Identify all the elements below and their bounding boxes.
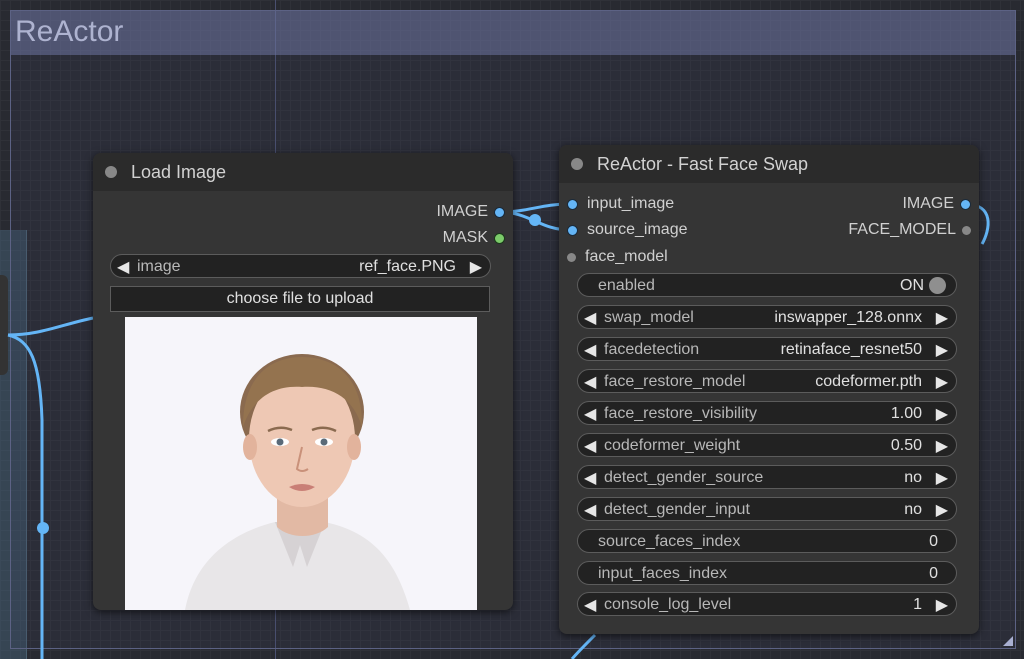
output-label: FACE_MODEL [848, 221, 956, 238]
input-slot-face-model[interactable]: face_model [567, 247, 668, 267]
node-title: Load Image [131, 162, 227, 182]
widget-name: input_faces_index [598, 565, 727, 582]
toggle-knob-icon[interactable] [929, 277, 946, 294]
arrow-right-icon[interactable]: ▶ [936, 595, 948, 615]
combo-detect-gender-source[interactable]: ◀ detect_gender_source no ▶ [577, 465, 957, 489]
arrow-right-icon[interactable]: ▶ [936, 340, 948, 360]
upload-button[interactable]: choose file to upload [110, 286, 490, 312]
widget-name: detect_gender_source [604, 469, 764, 486]
widget-value: ON [900, 277, 924, 294]
widget-value: ref_face.PNG [359, 258, 456, 275]
arrow-right-icon[interactable]: ▶ [936, 500, 948, 520]
output-slot-image[interactable]: IMAGE [902, 194, 971, 214]
combo-detect-gender-input[interactable]: ◀ detect_gender_input no ▶ [577, 497, 957, 521]
widget-name: swap_model [604, 309, 694, 326]
arrow-right-icon[interactable]: ▶ [936, 404, 948, 424]
arrow-right-icon[interactable]: ▶ [936, 436, 948, 456]
arrow-left-icon[interactable]: ◀ [584, 404, 596, 424]
group-header[interactable]: ReActor [11, 11, 1015, 55]
input-label: face_model [585, 248, 668, 265]
number-codeformer-weight[interactable]: ◀ codeformer_weight 0.50 ▶ [577, 433, 957, 457]
widget-value: no [904, 501, 922, 518]
widget-value: codeformer.pth [815, 373, 922, 390]
output-dot-icon[interactable] [962, 225, 971, 235]
input-label: input_image [587, 195, 675, 212]
widget-name: console_log_level [604, 596, 732, 613]
widget-name: source_faces_index [598, 533, 741, 550]
text-input-faces-index[interactable]: input_faces_index 0 [577, 561, 957, 585]
widget-value: 1 [913, 596, 922, 613]
input-dot-icon[interactable] [567, 224, 578, 236]
toggle-enabled[interactable]: enabled ON [577, 273, 957, 297]
combo-swap-model[interactable]: ◀ swap_model inswapper_128.onnx ▶ [577, 305, 957, 329]
output-slot-image[interactable]: IMAGE [436, 202, 505, 222]
arrow-left-icon[interactable]: ◀ [584, 340, 596, 360]
collapse-dot-icon[interactable] [105, 166, 117, 178]
output-dot-icon[interactable] [960, 198, 971, 210]
combo-facedetection[interactable]: ◀ facedetection retinaface_resnet50 ▶ [577, 337, 957, 361]
node-reactor-fast-face-swap[interactable]: ReActor - Fast Face Swap input_image sou… [559, 145, 979, 634]
arrow-left-icon[interactable]: ◀ [584, 468, 596, 488]
arrow-left-icon[interactable]: ◀ [117, 257, 129, 277]
face-photo-illustration [125, 317, 477, 610]
output-slot-mask[interactable]: MASK [443, 228, 505, 248]
collapse-dot-icon[interactable] [571, 158, 583, 170]
node-title-bar[interactable]: ReActor - Fast Face Swap [559, 145, 979, 183]
arrow-left-icon[interactable]: ◀ [584, 500, 596, 520]
input-dot-icon[interactable] [567, 198, 578, 210]
output-label: IMAGE [436, 203, 488, 220]
widget-value: retinaface_resnet50 [780, 341, 922, 358]
image-preview [125, 317, 477, 610]
arrow-right-icon[interactable]: ▶ [936, 308, 948, 328]
combo-face-restore-model[interactable]: ◀ face_restore_model codeformer.pth ▶ [577, 369, 957, 393]
widget-value: 0.50 [890, 437, 922, 454]
node-title-bar[interactable]: Load Image [93, 153, 513, 191]
group-resize-handle[interactable] [1003, 636, 1013, 646]
output-dot-icon[interactable] [494, 206, 505, 218]
output-dot-icon[interactable] [494, 232, 505, 244]
arrow-left-icon[interactable]: ◀ [584, 436, 596, 456]
widget-value: 1.00 [890, 405, 922, 422]
number-console-log-level[interactable]: ◀ console_log_level 1 ▶ [577, 592, 957, 616]
group-title: ReActor [15, 15, 124, 48]
widget-value: 0 [929, 565, 938, 582]
arrow-left-icon[interactable]: ◀ [584, 372, 596, 392]
widget-value: inswapper_128.onnx [774, 309, 922, 326]
arrow-left-icon[interactable]: ◀ [584, 308, 596, 328]
widget-name: detect_gender_input [604, 501, 750, 518]
widget-name: facedetection [604, 341, 700, 358]
widget-name: codeformer_weight [604, 437, 741, 454]
node-load-image[interactable]: Load Image IMAGE MASK ◀ image ref_face.P… [93, 153, 513, 610]
input-dot-icon[interactable] [567, 252, 576, 262]
arrow-right-icon[interactable]: ▶ [936, 372, 948, 392]
widget-name: enabled [598, 277, 655, 294]
text-source-faces-index[interactable]: source_faces_index 0 [577, 529, 957, 553]
input-label: source_image [587, 221, 688, 238]
widget-value: 0 [929, 533, 938, 550]
widget-name: face_restore_model [604, 373, 746, 390]
input-slot-source-image[interactable]: source_image [567, 220, 688, 240]
arrow-right-icon[interactable]: ▶ [936, 468, 948, 488]
widget-name: face_restore_visibility [604, 405, 757, 422]
output-label: MASK [442, 229, 488, 246]
node-title: ReActor - Fast Face Swap [597, 154, 809, 174]
output-slot-face-model[interactable]: FACE_MODEL [848, 220, 971, 240]
widget-name: image [137, 258, 181, 275]
arrow-left-icon[interactable]: ◀ [584, 595, 596, 615]
arrow-right-icon[interactable]: ▶ [470, 257, 482, 277]
image-combo-widget[interactable]: ◀ image ref_face.PNG ▶ [110, 254, 491, 278]
offscreen-node[interactable] [0, 275, 8, 375]
number-face-restore-visibility[interactable]: ◀ face_restore_visibility 1.00 ▶ [577, 401, 957, 425]
output-label: IMAGE [902, 195, 954, 212]
widget-value: no [904, 469, 922, 486]
input-slot-input-image[interactable]: input_image [567, 194, 674, 214]
